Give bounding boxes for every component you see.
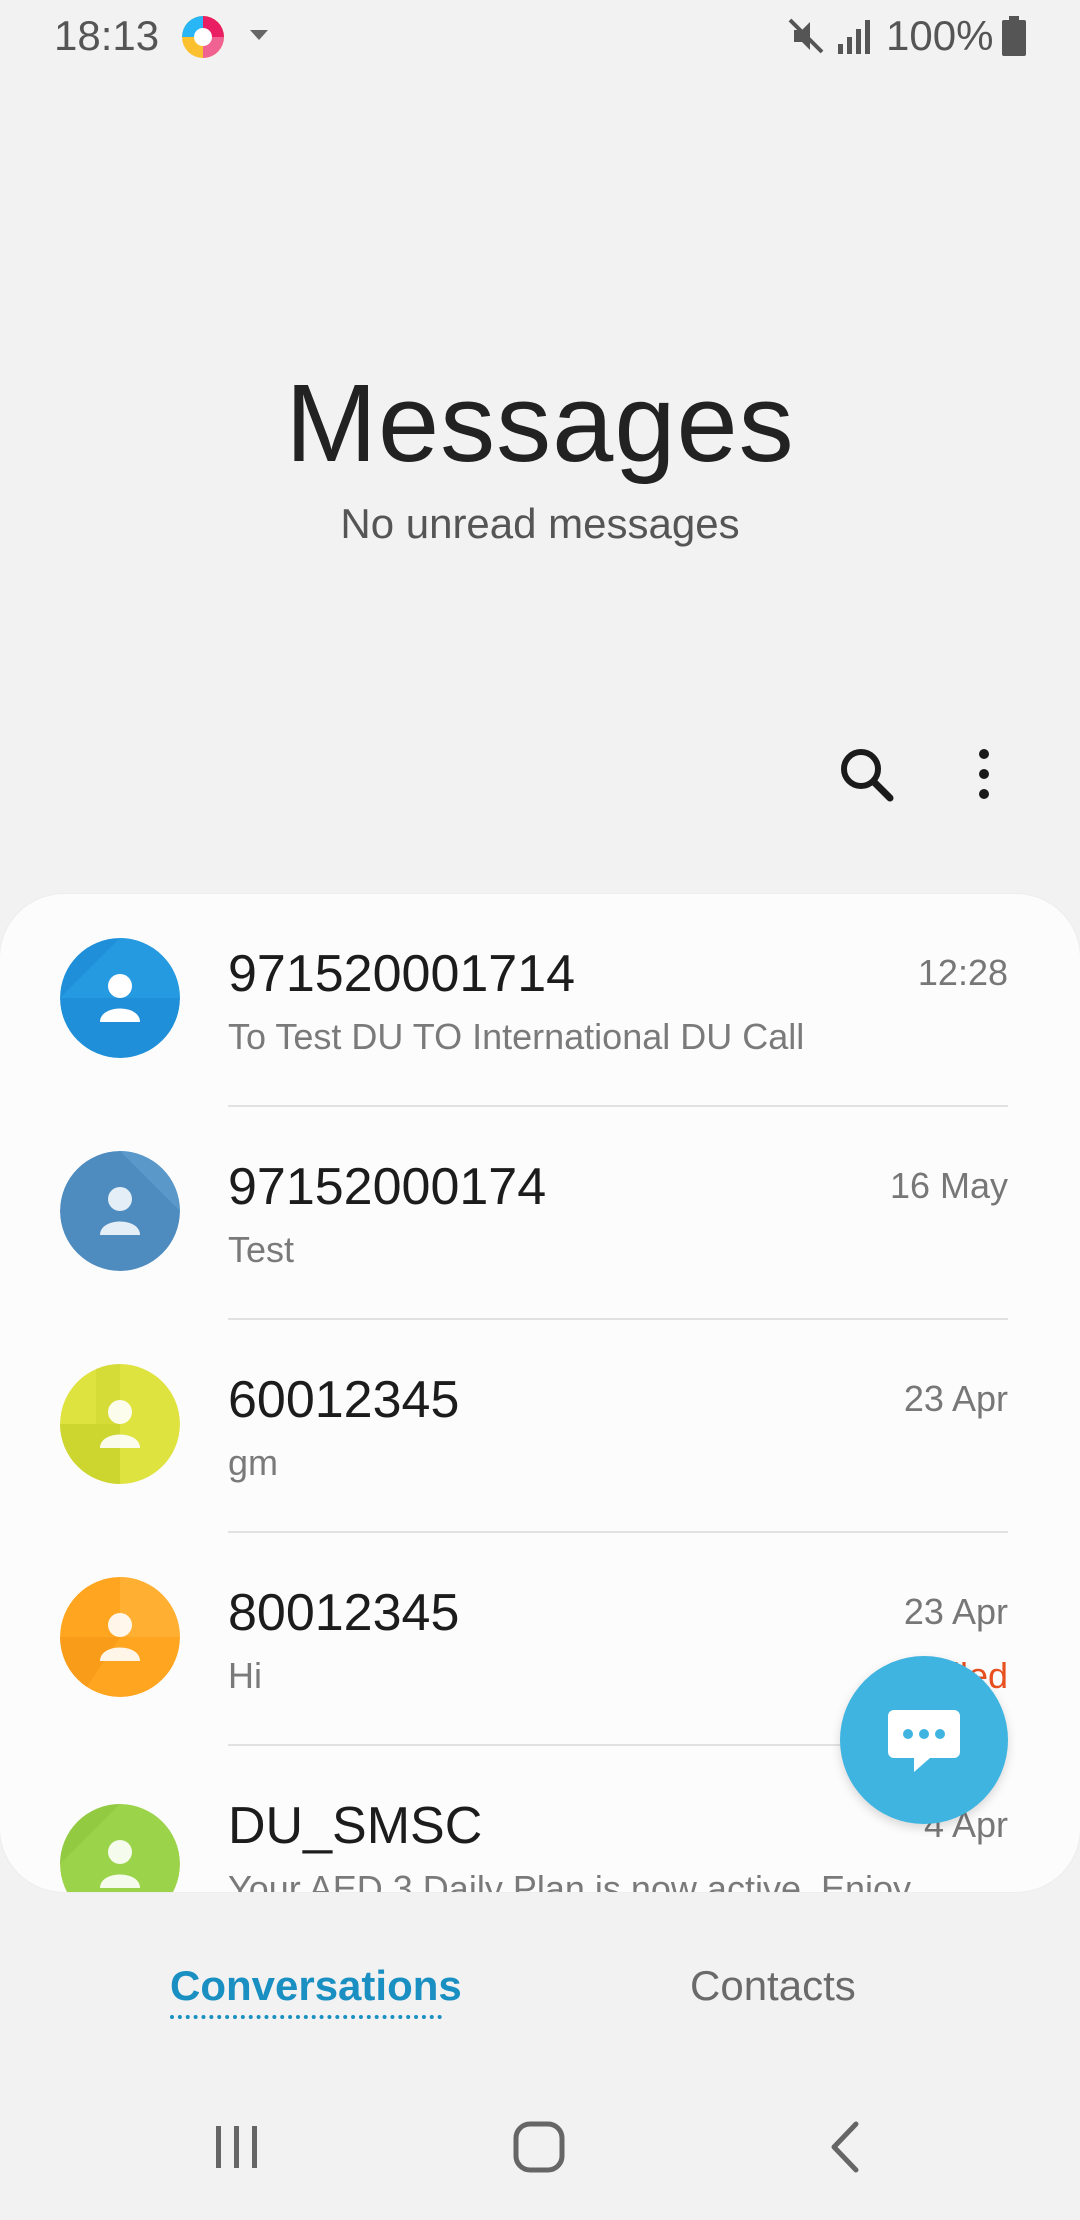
home-icon[interactable] (512, 2120, 566, 2174)
conversation-preview: gm (228, 1442, 279, 1483)
conversation-preview: Hi (228, 1655, 262, 1696)
avatar[interactable] (60, 1577, 180, 1697)
more-options-icon[interactable] (964, 744, 1004, 804)
tab-contacts[interactable]: Contacts (690, 1962, 856, 2010)
compose-button[interactable] (840, 1656, 1008, 1824)
signal-icon (836, 16, 874, 56)
recents-icon[interactable] (212, 2122, 262, 2172)
conversation-time: 16 May (889, 1165, 1008, 1206)
conversation-name: 971520001714 (228, 945, 576, 1003)
tab-conversations[interactable]: Conversations (170, 1962, 462, 2010)
status-time: 18:13 (54, 12, 160, 59)
mute-icon (786, 16, 826, 56)
conversation-name: 97152000174 (228, 1158, 547, 1216)
conversation-item[interactable]: 97152000174 Test 16 May (0, 1107, 1080, 1320)
status-bar: 18:13 100% (0, 0, 1080, 74)
conversation-name: 80012345 (228, 1584, 460, 1642)
conversation-preview: To Test DU TO International DU Call (228, 1016, 805, 1057)
avatar[interactable] (60, 938, 180, 1058)
avatar[interactable] (60, 1364, 180, 1484)
search-icon[interactable] (836, 744, 896, 804)
conversation-name: DU_SMSC (228, 1797, 483, 1855)
conversation-time: 23 Apr (903, 1591, 1008, 1632)
battery-level: 100% (886, 12, 994, 59)
app-notification-icon (180, 14, 226, 60)
active-tab-indicator (170, 2015, 442, 2019)
conversation-preview: Test (228, 1229, 295, 1270)
page-subtitle: No unread messages (340, 500, 740, 547)
conversation-name: 60012345 (228, 1371, 460, 1429)
conversation-preview: Your AED 3 Daily Plan is now active. Enj… (228, 1868, 912, 1892)
conversation-item[interactable]: 971520001714 To Test DU TO International… (0, 894, 1080, 1107)
conversation-time: 23 Apr (903, 1378, 1008, 1419)
page-title: Messages (285, 362, 795, 485)
conversation-item[interactable]: 60012345 gm 23 Apr (0, 1320, 1080, 1533)
compose-message-icon (888, 1710, 960, 1772)
avatar[interactable] (60, 1804, 180, 1892)
avatar[interactable] (60, 1151, 180, 1271)
dropdown-icon (250, 30, 268, 40)
conversation-time: 12:28 (917, 952, 1008, 993)
back-icon[interactable] (820, 2120, 870, 2174)
battery-icon (1002, 16, 1026, 56)
